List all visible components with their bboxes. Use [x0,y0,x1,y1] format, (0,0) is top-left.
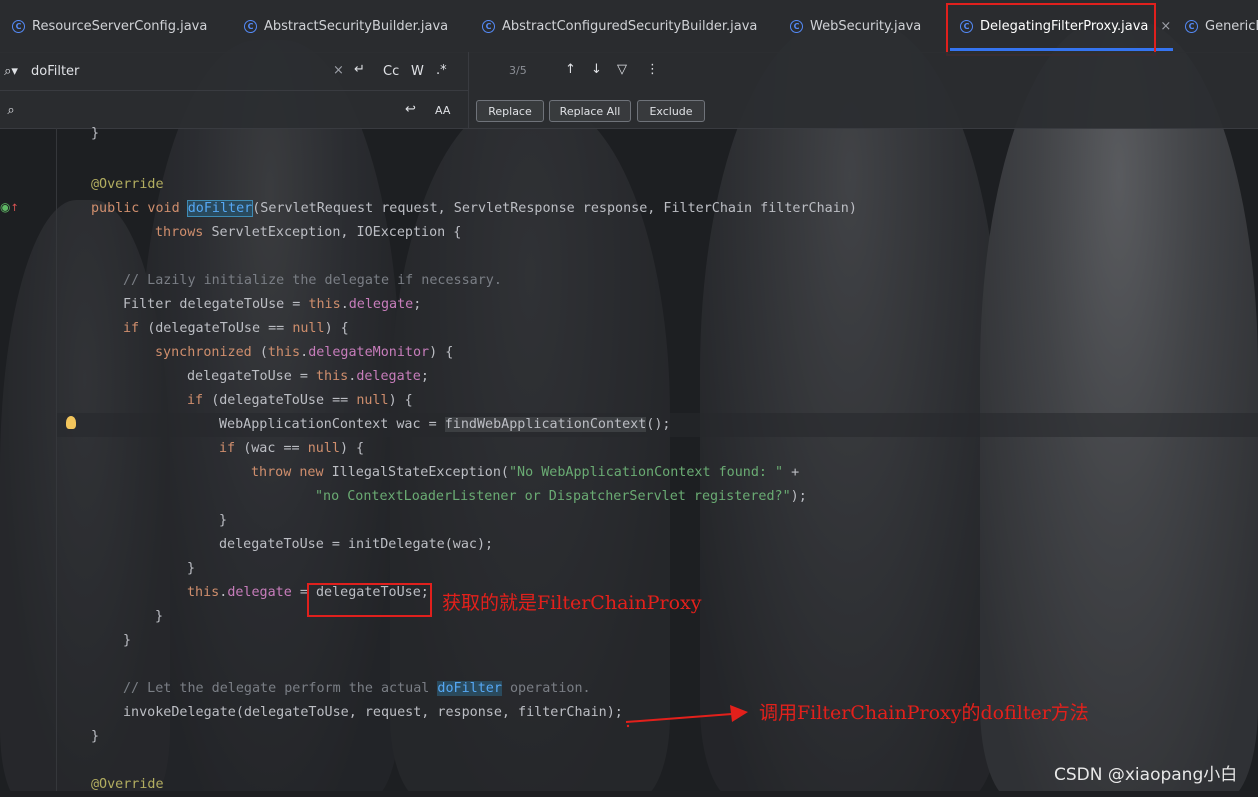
tab-resource-server-config[interactable]: C ResourceServerConfig.java [12,0,207,52]
class-icon: C [790,19,803,33]
filter-icon[interactable]: ▽ [617,62,627,77]
replace-row: ⌕ [0,90,468,129]
tab-generic-filter[interactable]: C GenericF [1185,0,1258,52]
find-replace-panel: ⌕▾ doFilter × ↵ Cc W .* 3/5 ↑ ↓ ▽ ⋮ ⌕ ↩ … [0,52,1258,129]
replace-new-line-icon[interactable]: ↩ [405,102,416,117]
preserve-case-icon[interactable]: AA [435,104,450,117]
match-case-toggle[interactable]: Cc [383,64,399,79]
annotation-box-delegate [307,583,432,617]
tab-abstract-security-builder[interactable]: C AbstractSecurityBuilder.java [244,0,448,52]
previous-occurrence-icon[interactable]: ↑ [565,62,576,77]
search-icon[interactable]: ⌕▾ [0,64,22,79]
watermark: CSDN @xiaopang小白 [1054,765,1238,785]
class-icon: C [482,19,495,33]
tab-label: ResourceServerConfig.java [32,18,208,34]
next-occurrence-icon[interactable]: ↓ [591,62,602,77]
match-count: 3/5 [509,64,527,77]
annotation-note-filter-chain-proxy: 获取的就是FilterChainProxy [442,592,702,614]
tab-label: WebSecurity.java [810,18,922,34]
panel-divider [468,52,469,128]
exclude-button[interactable]: Exclude [637,100,705,122]
new-line-icon[interactable]: ↵ [354,62,365,77]
class-icon: C [12,19,25,33]
replace-search-icon: ⌕ [7,102,15,118]
tab-abstract-configured-security-builder[interactable]: C AbstractConfiguredSecurityBuilder.java [482,0,757,52]
more-options-icon[interactable]: ⋮ [646,62,659,77]
annotation-arrow [625,705,748,728]
replace-all-button[interactable]: Replace All [549,100,631,122]
tab-label: GenericF [1205,18,1258,34]
class-icon: C [244,19,257,33]
tab-web-security[interactable]: C WebSecurity.java [790,0,921,52]
annotation-box-tab [946,3,1156,56]
annotation-note-dofilter: 调用FilterChainProxy的dofilter方法 [759,702,1089,724]
class-icon: C [1185,19,1198,33]
replace-button[interactable]: Replace [476,100,544,122]
tab-label: AbstractConfiguredSecurityBuilder.java [502,18,758,34]
code-editor[interactable]: } @Override public void doFilter(Servlet… [0,126,1258,792]
close-tab-icon[interactable]: × [1160,19,1171,34]
words-toggle[interactable]: W [411,64,424,79]
search-input[interactable]: doFilter [31,64,79,79]
tab-label: AbstractSecurityBuilder.java [264,18,449,34]
clear-search-icon[interactable]: × [333,63,344,78]
regex-toggle[interactable]: .* [436,63,447,78]
